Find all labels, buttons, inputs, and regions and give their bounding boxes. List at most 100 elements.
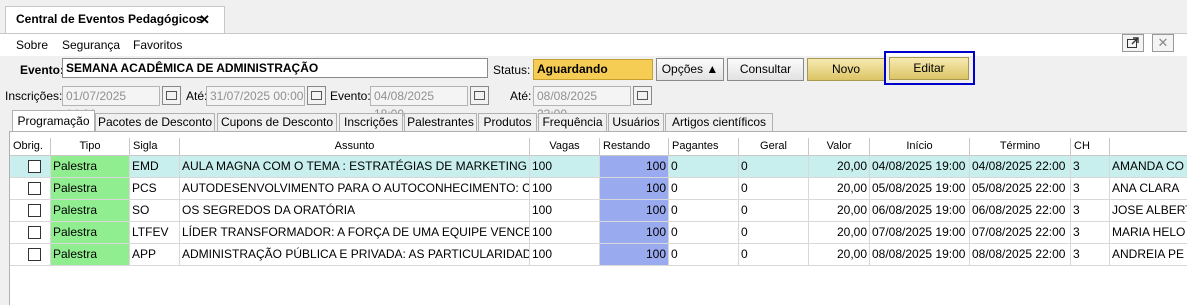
geral-cell: 0	[739, 222, 809, 244]
ate-label: Até:	[186, 89, 208, 103]
vagas-cell: 100	[530, 178, 600, 200]
obrig-checkbox[interactable]	[28, 182, 41, 195]
menu-sobre[interactable]: Sobre	[16, 38, 48, 52]
obrig-checkbox[interactable]	[28, 204, 41, 217]
pagantes-cell: 0	[669, 200, 739, 222]
ch-cell: 3	[1071, 178, 1110, 200]
vagas-cell: 100	[530, 222, 600, 244]
obrig-checkbox[interactable]	[28, 248, 41, 261]
obrig-cell	[10, 156, 51, 178]
geral-cell: 0	[739, 178, 809, 200]
tab-pacotes-desconto[interactable]: Pacotes de Desconto	[95, 113, 215, 131]
palestrante-cell: JOSE ALBERT	[1110, 200, 1187, 222]
header-tipo[interactable]: Tipo	[51, 138, 130, 156]
novo-button[interactable]: Novo	[807, 58, 885, 81]
evento-fim-field[interactable]: 08/08/2025 23:00	[533, 86, 631, 121]
table-row[interactable]: Palestra LTFEV LÍDER TRANSFORMADOR: A FORÇ…	[10, 222, 1187, 244]
consultar-button[interactable]: Consultar	[727, 58, 804, 81]
header-palestrante[interactable]	[1110, 138, 1187, 156]
tab-inscricoes[interactable]: Inscrições	[339, 113, 403, 131]
tab-frequencia[interactable]: Frequência	[538, 113, 607, 131]
header-termino[interactable]: Término	[970, 138, 1071, 156]
inicio-cell: 08/08/2025 19:00	[870, 244, 970, 266]
header-ch[interactable]: CH	[1071, 138, 1110, 156]
sigla-cell: SO	[130, 200, 180, 222]
ate2-label: Até:	[510, 89, 532, 103]
ch-cell: 3	[1071, 244, 1110, 266]
valor-cell: 20,00	[809, 156, 870, 178]
close-window-icon[interactable]: ✕	[1152, 34, 1174, 52]
evento-inicio-field[interactable]: 04/08/2025 18:00	[370, 86, 468, 121]
geral-cell: 0	[739, 200, 809, 222]
tab-cupons-desconto[interactable]: Cupons de Desconto	[217, 113, 337, 131]
geral-cell: 0	[739, 244, 809, 266]
restando-cell: 100	[600, 200, 669, 222]
obrig-checkbox[interactable]	[28, 226, 41, 239]
tipo-cell: Palestra	[51, 244, 130, 266]
calendar-icon[interactable]	[633, 86, 652, 105]
valor-cell: 20,00	[809, 178, 870, 200]
sigla-cell: LTFEV	[130, 222, 180, 244]
inicio-cell: 06/08/2025 19:00	[870, 200, 970, 222]
tipo-cell: Palestra	[51, 156, 130, 178]
inscricoes-fim-field[interactable]: 31/07/2025 00:00	[206, 86, 305, 106]
opcoes-button[interactable]: Opções ▲	[656, 58, 724, 81]
table-row[interactable]: Palestra SO OS SEGREDOS DA ORATÓRIA 100 100 0…	[10, 200, 1187, 222]
header-valor[interactable]: Valor	[809, 138, 870, 156]
inscricoes-label: Inscrições:	[5, 89, 63, 103]
header-pagantes[interactable]: Pagantes	[669, 138, 739, 156]
table-row[interactable]: Palestra EMD AULA MAGNA COM O TEMA : ESTRA…	[10, 156, 1187, 178]
sigla-cell: EMD	[130, 156, 180, 178]
document-tab-title: Central de Eventos Pedagógicos	[16, 12, 203, 26]
menu-seguranca[interactable]: Segurança	[62, 38, 120, 52]
palestrante-cell: ANDREIA PE	[1110, 244, 1187, 266]
tab-usuarios[interactable]: Usuários	[608, 113, 664, 131]
document-tab[interactable]: Central de Eventos Pedagógicos ✕	[5, 6, 225, 33]
programacao-grid[interactable]: Obrig. Tipo Sigla Assunto Vagas Restando…	[9, 131, 1187, 305]
header-geral[interactable]: Geral	[739, 138, 809, 156]
header-assunto[interactable]: Assunto	[180, 138, 530, 156]
calendar-icon[interactable]	[470, 86, 489, 105]
palestrante-cell: MARIA HELO	[1110, 222, 1187, 244]
evento-label: Evento:	[20, 63, 65, 77]
pagantes-cell: 0	[669, 156, 739, 178]
tab-produtos[interactable]: Produtos	[478, 113, 537, 131]
table-row[interactable]: Palestra APP ADMINISTRAÇÃO PÚBLICA E PRIVA…	[10, 244, 1187, 266]
tab-artigos[interactable]: Artigos científicos	[665, 113, 773, 131]
valor-cell: 20,00	[809, 222, 870, 244]
status-field[interactable]: Aguardando	[533, 59, 653, 80]
tab-palestrantes[interactable]: Palestrantes	[404, 113, 477, 131]
assunto-cell: AUTODESENVOLVIMENTO PARA O AUTOCONHECIME…	[180, 178, 530, 200]
termino-cell: 07/08/2025 22:00	[970, 222, 1071, 244]
inicio-cell: 05/08/2025 19:00	[870, 178, 970, 200]
ch-cell: 3	[1071, 156, 1110, 178]
close-tab-icon[interactable]: ✕	[199, 7, 210, 32]
obrig-cell	[10, 244, 51, 266]
header-inicio[interactable]: Início	[870, 138, 970, 156]
table-row[interactable]: Palestra PCS AUTODESENVOLVIMENTO PARA O AU…	[10, 178, 1187, 200]
inicio-cell: 07/08/2025 19:00	[870, 222, 970, 244]
termino-cell: 05/08/2025 22:00	[970, 178, 1071, 200]
calendar-icon[interactable]	[162, 86, 181, 105]
palestrante-cell: ANA CLARA	[1110, 178, 1187, 200]
vagas-cell: 100	[530, 244, 600, 266]
header-vagas[interactable]: Vagas	[530, 138, 600, 156]
inscricoes-inicio-field[interactable]: 01/07/2025 14:01	[62, 86, 160, 121]
restando-cell: 100	[600, 178, 669, 200]
termino-cell: 06/08/2025 22:00	[970, 200, 1071, 222]
obrig-checkbox[interactable]	[28, 160, 41, 173]
header-obrig[interactable]: Obrig.	[10, 138, 51, 156]
vagas-cell: 100	[530, 200, 600, 222]
calendar-icon[interactable]	[307, 86, 326, 105]
popout-window-icon[interactable]	[1122, 34, 1144, 52]
menu-favoritos[interactable]: Favoritos	[133, 38, 182, 52]
editar-button[interactable]: Editar	[889, 57, 969, 80]
evento-field[interactable]: SEMANA ACADÊMICA DE ADMINISTRAÇÃO	[62, 58, 488, 78]
obrig-cell	[10, 222, 51, 244]
restando-cell: 100	[600, 222, 669, 244]
tab-programacao[interactable]: Programação	[12, 110, 95, 132]
geral-cell: 0	[739, 156, 809, 178]
header-restando[interactable]: Restando	[600, 138, 669, 156]
restando-cell: 100	[600, 244, 669, 266]
header-sigla[interactable]: Sigla	[130, 138, 180, 156]
